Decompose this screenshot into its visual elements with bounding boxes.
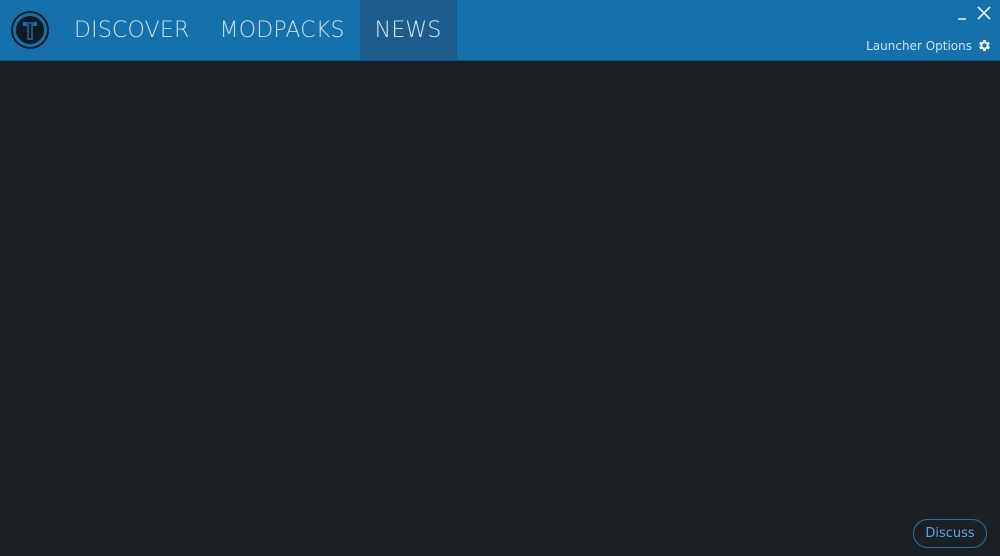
- minimize-icon: [958, 18, 966, 20]
- discuss-button[interactable]: Discuss: [913, 519, 987, 548]
- minimize-button[interactable]: [954, 4, 970, 22]
- tab-discover[interactable]: DISCOVER: [59, 0, 205, 60]
- close-button[interactable]: [976, 4, 992, 22]
- gear-icon: [979, 40, 990, 51]
- main-nav: DISCOVER MODPACKS NEWS: [59, 0, 457, 60]
- technic-logo-icon[interactable]: [10, 10, 50, 50]
- close-icon: [977, 6, 991, 20]
- launcher-options-label: Launcher Options: [866, 38, 972, 53]
- window-controls: [954, 4, 992, 22]
- tab-modpacks[interactable]: MODPACKS: [205, 0, 360, 60]
- top-bar: DISCOVER MODPACKS NEWS Launcher Options: [0, 0, 1000, 61]
- news-content-area: [0, 61, 1000, 556]
- launcher-options-button[interactable]: Launcher Options: [866, 38, 992, 53]
- launcher-window: DISCOVER MODPACKS NEWS Launcher Options: [0, 0, 1000, 556]
- tab-news[interactable]: NEWS: [359, 0, 457, 60]
